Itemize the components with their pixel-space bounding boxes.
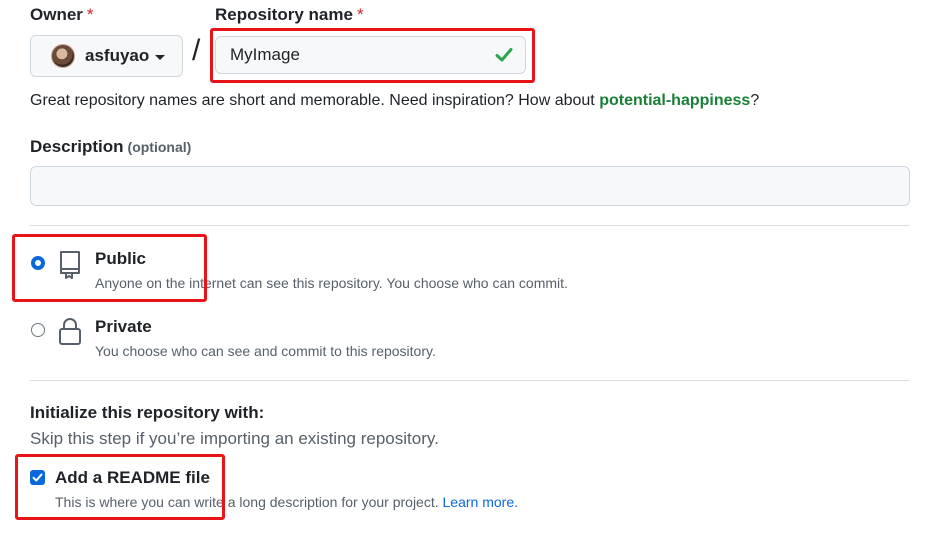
- owner-select-button[interactable]: asfuyao: [30, 35, 183, 77]
- owner-username: asfuyao: [85, 46, 150, 65]
- private-option-title: Private: [95, 317, 152, 336]
- repository-name-input[interactable]: [215, 36, 526, 74]
- lock-icon: [59, 318, 81, 345]
- learn-more-link[interactable]: Learn more.: [443, 494, 518, 510]
- readme-description: This is where you can write a long descr…: [55, 494, 518, 510]
- suggested-name-link[interactable]: potential-happiness: [599, 92, 750, 109]
- public-option-title: Public: [95, 249, 147, 268]
- description-input[interactable]: [30, 166, 910, 206]
- repository-name-hint: Great repository names are short and mem…: [30, 92, 760, 109]
- owner-label: Owner *: [30, 5, 94, 24]
- required-mark: *: [356, 5, 364, 24]
- initialize-subtitle: Skip this step if you’re importing an ex…: [30, 429, 439, 448]
- owner-repo-separator: /: [192, 34, 201, 67]
- divider: [30, 380, 910, 381]
- private-radio[interactable]: [31, 323, 45, 337]
- caret-down-icon: [155, 54, 166, 60]
- description-label: Description (optional): [30, 137, 192, 156]
- readme-label: Add a README file: [55, 468, 210, 487]
- public-option-description: Anyone on the internet can see this repo…: [95, 275, 568, 291]
- avatar: [51, 44, 75, 68]
- check-icon: [495, 48, 513, 62]
- private-option-description: You choose who can see and commit to thi…: [95, 343, 436, 359]
- checkmark-icon: [32, 473, 43, 482]
- repository-name-label: Repository name *: [215, 5, 364, 24]
- optional-note: (optional): [127, 139, 192, 155]
- repo-icon: [60, 251, 80, 279]
- initialize-title: Initialize this repository with:: [30, 403, 265, 422]
- required-mark: *: [86, 5, 94, 24]
- readme-checkbox[interactable]: [30, 470, 45, 485]
- public-radio[interactable]: [31, 256, 45, 270]
- divider: [30, 225, 910, 226]
